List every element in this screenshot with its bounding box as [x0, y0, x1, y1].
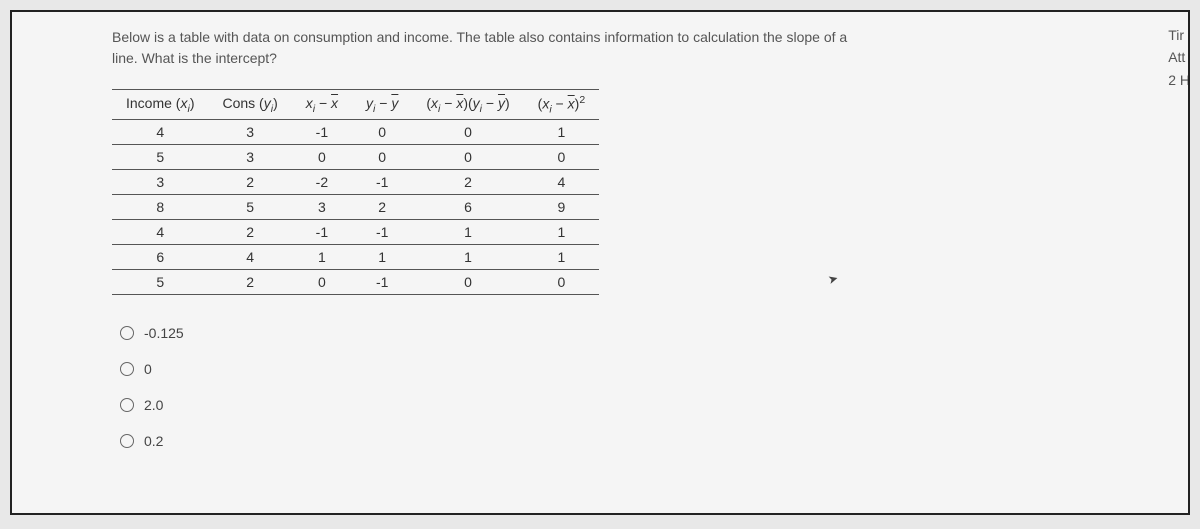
table-body: 43-1001 530000 32-2-124 853269 42-1-111 … — [112, 120, 599, 295]
option-2[interactable]: 0 — [120, 361, 1168, 377]
option-3[interactable]: 2.0 — [120, 397, 1168, 413]
table-row: 520-100 — [112, 270, 599, 295]
table-row: 641111 — [112, 245, 599, 270]
right-line2: Att — [1168, 46, 1190, 68]
radio-icon — [120, 398, 134, 412]
data-table: Income (xi) Cons (yi) xi − x yi − y (xi … — [112, 89, 599, 295]
radio-icon — [120, 326, 134, 340]
table-row: 43-1001 — [112, 120, 599, 145]
col-income: Income (xi) — [112, 90, 208, 120]
table-row: 853269 — [112, 195, 599, 220]
option-4[interactable]: 0.2 — [120, 433, 1168, 449]
question-text: Below is a table with data on consumptio… — [112, 27, 1032, 69]
option-label: 2.0 — [144, 397, 163, 413]
right-line3: 2 H — [1168, 69, 1190, 91]
col-xdev: xi − x — [292, 90, 352, 120]
table-row: 32-2-124 — [112, 170, 599, 195]
radio-icon — [120, 362, 134, 376]
option-1[interactable]: -0.125 — [120, 325, 1168, 341]
col-sq: (xi − x)2 — [524, 90, 600, 120]
col-ydev: yi − y — [352, 90, 412, 120]
cursor-icon: ➤ — [826, 271, 839, 287]
question-page: Below is a table with data on consumptio… — [10, 10, 1190, 515]
col-prod: (xi − x)(yi − y) — [412, 90, 523, 120]
radio-icon — [120, 434, 134, 448]
answer-options: -0.125 0 2.0 0.2 — [120, 325, 1168, 449]
question-line2: line. What is the intercept? — [112, 50, 277, 66]
option-label: -0.125 — [144, 325, 184, 341]
right-panel-clip: Tir Att 2 H — [1168, 24, 1190, 91]
table-row: 42-1-111 — [112, 220, 599, 245]
option-label: 0 — [144, 361, 152, 377]
table-row: 530000 — [112, 145, 599, 170]
right-line1: Tir — [1168, 24, 1190, 46]
col-cons: Cons (yi) — [208, 90, 291, 120]
option-label: 0.2 — [144, 433, 163, 449]
question-line1: Below is a table with data on consumptio… — [112, 29, 847, 45]
